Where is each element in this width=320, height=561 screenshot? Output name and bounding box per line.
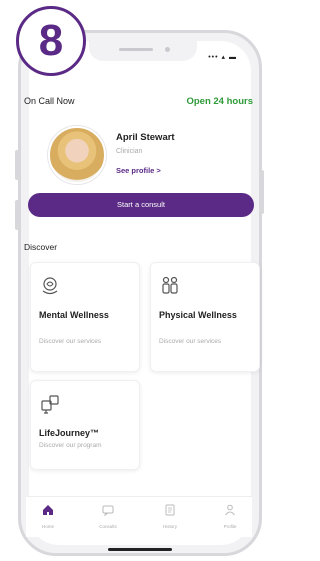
nav-label: Profile [223,524,237,529]
nav-item-home[interactable]: Home [28,503,68,529]
card-subtitle: Discover our services [159,338,222,345]
card-title: Mental Wellness [39,310,109,320]
home-icon [43,505,53,515]
nav-item-consults[interactable]: Consults [88,503,128,529]
card-title: LifeJourney™ [39,428,100,438]
volume-down-button [15,200,19,230]
phone-notch [89,41,197,61]
see-profile-link[interactable]: See profile > [116,166,161,175]
card-subtitle: Discover our program [39,442,102,449]
card-physical-wellness[interactable]: Physical Wellness Discover our services [150,262,260,372]
nav-label: History [162,524,177,529]
clinician-name: April Stewart [116,132,175,143]
chat-icon [102,505,114,517]
power-button [260,170,264,214]
person-icon [225,504,235,516]
speaker-grill [119,48,153,51]
journey-icon [41,395,59,414]
nav-label: Consults [99,524,117,529]
brain-heart-icon [42,277,58,295]
home-indicator [108,548,172,551]
status-bar-icons: ••• ▴ ▬ [208,54,237,61]
document-icon [165,504,175,516]
start-consult-button[interactable]: Start a consult [28,193,254,217]
front-camera [165,47,170,52]
on-call-label: On Call Now [24,96,75,106]
volume-up-button [15,150,19,180]
card-mental-wellness[interactable]: Mental Wellness Discover our services [30,262,140,372]
card-title: Physical Wellness [159,310,237,320]
clinician-role: Clinician [116,148,143,155]
nav-label: Home [41,524,54,529]
people-icon [162,276,178,294]
bottom-nav: Home Consults History Profile [26,496,252,537]
discover-heading: Discover [24,242,58,252]
step-number-badge: 8 [16,6,86,76]
card-lifejourney[interactable]: LifeJourney™ Discover our program [30,380,140,470]
card-subtitle: Discover our services [39,338,102,345]
nav-item-profile[interactable]: Profile [210,503,250,529]
nav-item-history[interactable]: History [150,503,190,529]
clinician-avatar[interactable] [48,126,106,184]
open-hours-status: Open 24 hours [186,96,253,107]
